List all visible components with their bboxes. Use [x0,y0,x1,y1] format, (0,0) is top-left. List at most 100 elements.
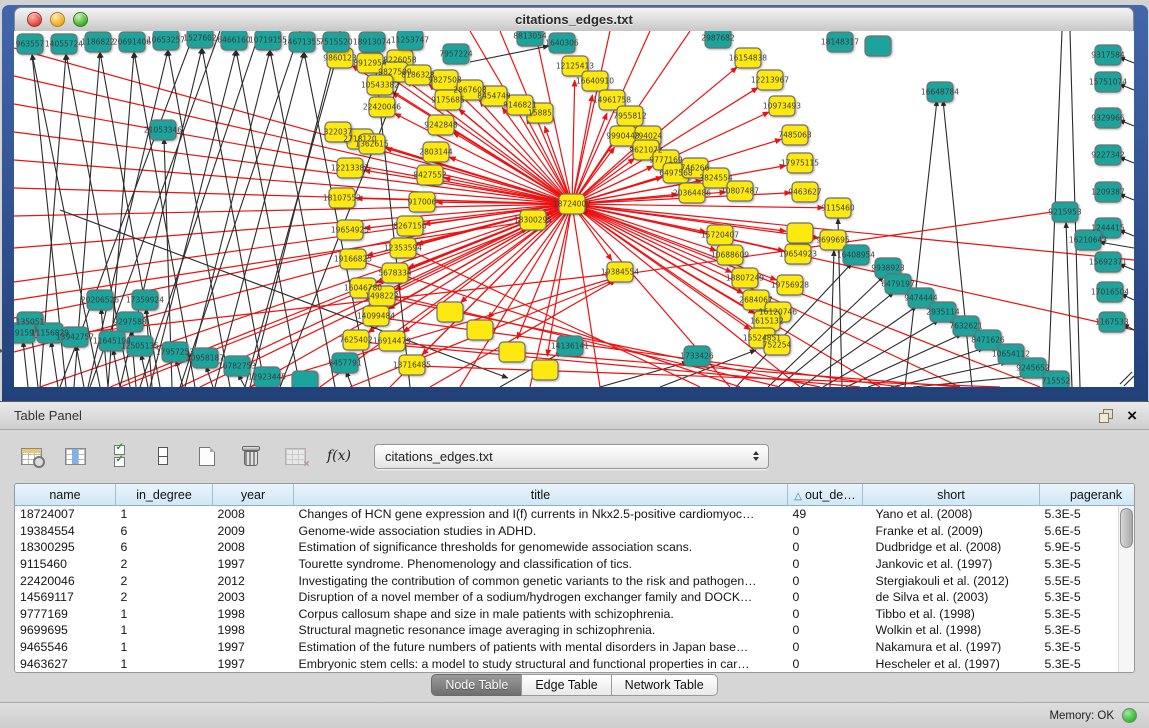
network-graph[interactable]: 1872400712125413166409101496175879558129… [14,31,1134,387]
tab-edge-table[interactable]: Edge Table [521,674,611,696]
table-cell: Wolkin et al. (1998) [863,622,1040,639]
cytoscape-app: citations_edges.txt 18724007121254131664… [0,0,1149,401]
graph-node-label: 17359924 [126,296,164,305]
graph-node[interactable] [499,342,525,362]
graph-edge [76,345,84,387]
float-panel-icon[interactable] [1099,409,1113,423]
graph-node-label: 19166825 [334,255,372,264]
graph-node-label: 135051 [16,318,45,327]
tab-network-table[interactable]: Network Table [611,674,718,696]
graph-node-label: 15720407 [701,231,739,240]
table-cell: Tibbo et al. (1998) [863,606,1040,623]
graph-node-label: 7625402 [339,336,373,345]
vertical-scrollbar[interactable] [1118,506,1134,672]
graph-node-label: 1362615 [355,140,389,149]
table-mode-button[interactable] [18,443,44,469]
graph-node-label: 12353594 [384,244,422,253]
table-cell: Investigating the contribution of common… [294,572,788,589]
column-header[interactable]: year [213,484,294,506]
column-header[interactable]: title [294,484,788,506]
table-cell: 6 [116,539,213,556]
table-toolbar: ✓✓ × f(x) citations_edges.txt [0,430,1149,482]
graph-node-label: 15692371 [1089,258,1127,267]
table-cell: 1997 [213,556,294,573]
show-columns-button[interactable] [62,443,88,469]
graph-node-label: 2987682 [701,34,735,43]
close-panel-icon[interactable]: × [1127,409,1137,423]
graph-node-label: 14671355 [283,38,321,47]
delete-columns-button[interactable] [238,443,264,469]
graph-node[interactable] [467,320,493,340]
scrollbar-thumb[interactable] [1120,508,1133,548]
table-cell: 0 [788,523,863,540]
graph-node-label: 9699695 [816,236,850,245]
graph-node-label: 1244415 [1091,224,1125,233]
graph-node-label: 21053346 [144,126,182,135]
column-header[interactable]: short [863,484,1040,506]
graph-edge [1124,376,1134,386]
graph-node-label: 9175685 [431,96,465,105]
table-row[interactable]: 2242004622012Investigating the contribut… [15,572,1135,589]
table-row[interactable]: 911546021997Tourette syndrome. Phenomeno… [15,556,1135,573]
graph-node-label: 17975115 [781,159,819,168]
graph-node-label: 8226058 [383,56,417,65]
graph-node-label: 20691406 [113,38,151,47]
panel-collapse-arrow-icon[interactable]: ▸ [0,346,4,355]
graph-node-label: 963557 [16,40,45,49]
table-row[interactable]: 1872400712008Changes of HCN gene express… [15,506,1135,523]
table-row[interactable]: 946554611997Estimation of the future num… [15,639,1135,656]
table-cell: 14569117 [15,589,116,606]
network-window-titlebar[interactable]: citations_edges.txt [14,7,1134,32]
graph-node[interactable] [865,36,891,56]
delete-table-button[interactable]: × [282,443,308,469]
graph-node-label: 2803144 [419,148,453,157]
table-cell: 0 [788,655,863,672]
graph-node-label: 9463627 [788,188,822,197]
table-row[interactable]: 1830029562008Estimation of significance … [15,539,1135,556]
column-header[interactable]: name [15,484,116,506]
memory-status-icon[interactable] [1122,708,1137,723]
graph-node-label: 9115460 [821,204,855,213]
graph-node-label: 7485063 [778,131,812,140]
graph-node-label: 9227342 [1091,151,1125,160]
graph-node-label: 5678334 [378,269,412,278]
row-layout-button[interactable] [150,443,176,469]
table-cell: 1 [116,506,213,523]
graph-node[interactable] [532,360,558,380]
graph-node[interactable] [292,371,318,387]
table-cell: Disruption of a novel member of a sodium… [294,589,788,606]
table-cell: 0 [788,622,863,639]
new-column-button[interactable] [194,443,220,469]
graph-node-label: 7957224 [439,50,473,59]
table-row[interactable]: 1938455462009Genome-wide association stu… [15,523,1135,540]
table-cell: 9115460 [15,556,116,573]
function-builder-button[interactable]: f(x) [326,443,352,469]
network-canvas[interactable]: 1872400712125413166409101496175879558129… [14,31,1134,387]
table-row[interactable]: 969969511998Structural magnetic resonanc… [15,622,1135,639]
table-cell: 0 [788,539,863,556]
graph-node-label: 9146821 [503,101,537,110]
graph-node-label: 9457791 [328,359,362,368]
tab-node-table[interactable]: Node Table [431,674,522,696]
graph-node-label: 10719155 [249,36,287,45]
graph-node-label: 19756928 [771,281,809,290]
column-header[interactable]: △out_de… [788,484,863,506]
table-body: 1872400712008Changes of HCN gene express… [15,506,1135,672]
table-selector[interactable]: citations_edges.txt [374,444,769,469]
graph-node-label: 12923445 [248,373,286,382]
select-attributes-button[interactable]: ✓✓ [106,443,132,469]
graph-edge [398,343,960,387]
table-cell: 2008 [213,539,294,556]
graph-node-label: 12505135 [121,342,159,351]
graph-node-label: 9938923 [871,264,905,273]
table-cell: Embryonic stem cells: a model to study s… [294,655,788,672]
graph-node[interactable] [787,223,813,243]
table-row[interactable]: 946362711997Embryonic stem cells: a mode… [15,655,1135,672]
table-row[interactable]: 977716911998Corpus callosum shape and si… [15,606,1135,623]
table-cell: 19384554 [15,523,116,540]
column-header[interactable]: in_degree [116,484,213,506]
table-row[interactable]: 1456911722003Disruption of a novel membe… [15,589,1135,606]
table-cell: 1997 [213,655,294,672]
graph-node[interactable] [437,302,463,322]
column-header[interactable]: pagerank [1040,484,1136,506]
